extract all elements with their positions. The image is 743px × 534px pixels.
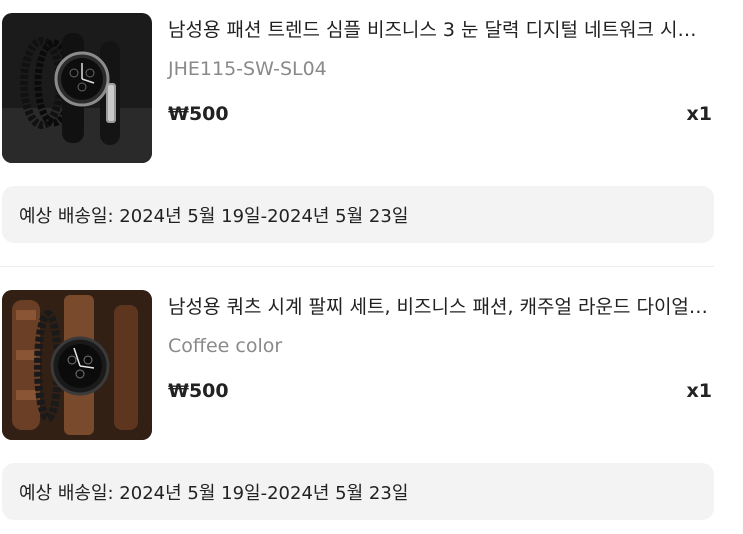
product-image[interactable] (2, 290, 152, 440)
product-variant: JHE115-SW-SL04 (168, 58, 327, 80)
watch-bracelet-set-icon (2, 13, 152, 163)
product-price: ₩500 (168, 380, 229, 402)
order-item[interactable]: 남성용 쿼츠 시계 팔찌 세트, 비즈니스 패션, 캐주얼 라운드 다이얼 가죽… (0, 277, 743, 447)
product-title[interactable]: 남성용 패션 트렌드 심플 비즈니스 3 눈 달력 디지털 네트워크 시계 + … (168, 18, 713, 42)
order-items-list: 남성용 패션 트렌드 심플 비즈니스 3 눈 달력 디지털 네트워크 시계 + … (0, 0, 743, 534)
product-quantity: x1 (686, 380, 712, 402)
product-variant: Coffee color (168, 335, 283, 357)
order-item[interactable]: 남성용 패션 트렌드 심플 비즈니스 3 눈 달력 디지털 네트워크 시계 + … (0, 0, 743, 170)
watch-bracelet-set-icon (2, 290, 152, 440)
product-title[interactable]: 남성용 쿼츠 시계 팔찌 세트, 비즈니스 패션, 캐주얼 라운드 다이얼 가죽… (168, 295, 713, 319)
item-divider (0, 266, 714, 267)
delivery-estimate: 예상 배송일: 2024년 5월 19일-2024년 5월 23일 (2, 463, 714, 520)
product-quantity: x1 (686, 103, 712, 125)
product-price: ₩500 (168, 103, 229, 125)
product-image[interactable] (2, 13, 152, 163)
delivery-estimate: 예상 배송일: 2024년 5월 19일-2024년 5월 23일 (2, 186, 714, 243)
